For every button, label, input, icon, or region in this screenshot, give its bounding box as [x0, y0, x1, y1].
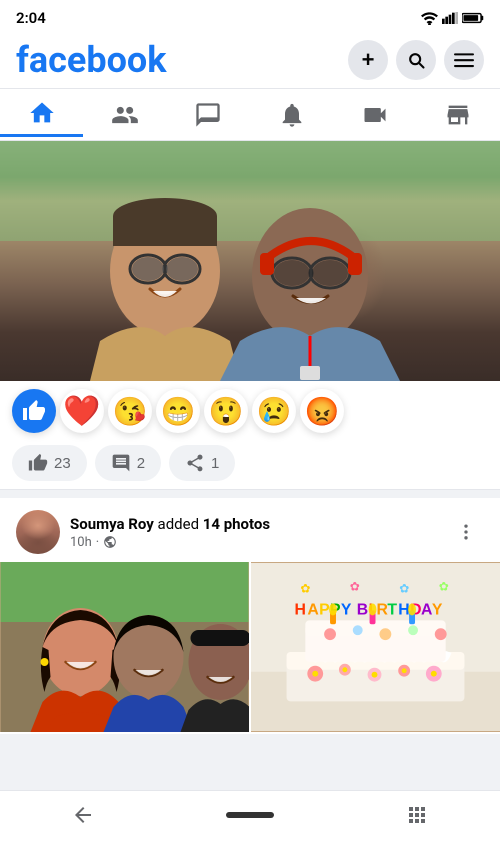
add-button[interactable]: +: [348, 40, 388, 80]
tab-friends[interactable]: [83, 93, 166, 137]
post-photo-overlay: [0, 141, 500, 381]
home-indicator[interactable]: [226, 812, 274, 818]
svg-text:B: B: [357, 601, 368, 618]
avatar-image: [16, 510, 60, 554]
comment-icon: [111, 453, 131, 473]
status-time: 2:04: [16, 9, 46, 27]
tab-notifications[interactable]: [250, 93, 333, 137]
tab-home[interactable]: [0, 93, 83, 137]
author-name: Soumya Roy added 14 photos: [70, 515, 270, 533]
back-icon: [71, 803, 95, 827]
svg-text:A: A: [421, 601, 432, 618]
reaction-wow[interactable]: 😲: [204, 389, 248, 433]
svg-text:P: P: [319, 601, 330, 618]
svg-text:T: T: [387, 601, 397, 618]
friends-icon: [111, 101, 139, 129]
tab-marketplace[interactable]: [417, 93, 500, 137]
avatar: [16, 510, 60, 554]
reaction-love[interactable]: ❤️: [60, 389, 104, 433]
recent-apps-button[interactable]: [393, 791, 441, 839]
svg-text:Y: Y: [341, 601, 352, 618]
tab-messenger[interactable]: [167, 93, 250, 137]
reaction-sad[interactable]: 😢: [252, 389, 296, 433]
svg-text:✿: ✿: [300, 582, 310, 596]
battery-icon: [462, 11, 484, 25]
svg-text:✿: ✿: [439, 580, 449, 594]
comment-count: 2: [137, 455, 145, 472]
messenger-icon: [194, 101, 222, 129]
more-options-icon: [456, 522, 476, 542]
hamburger-icon: [454, 50, 474, 70]
reaction-angry[interactable]: 😡: [300, 389, 344, 433]
birthday-cake-photo: H A P P Y B I R: [251, 562, 500, 732]
share-icon: [185, 453, 205, 473]
like-count: 23: [54, 455, 71, 472]
photo-grid: H A P P Y B I R: [0, 562, 500, 734]
nav-tabs: [0, 89, 500, 141]
search-button[interactable]: [396, 40, 436, 80]
svg-text:Y: Y: [432, 601, 443, 618]
time-text: 10h: [70, 535, 92, 550]
post-meta: Soumya Roy added 14 photos 10h ·: [70, 515, 438, 550]
header-actions: +: [348, 40, 484, 80]
reaction-bar: ❤️ 😘 😁 😲 😢 😡: [0, 381, 500, 441]
bell-icon: [278, 101, 306, 129]
post-author: Soumya Roy added 14 photos: [70, 515, 438, 533]
reaction-care[interactable]: 😘: [108, 389, 152, 433]
svg-text:A: A: [307, 601, 318, 618]
like-icon: [28, 453, 48, 473]
photo-grid-item-2[interactable]: H A P P Y B I R: [251, 562, 500, 732]
post-time: 10h ·: [70, 535, 438, 550]
svg-text:✿: ✿: [399, 582, 409, 596]
post-image: [0, 141, 500, 381]
signal-icon: [442, 11, 458, 25]
svg-text:✿: ✿: [350, 580, 360, 594]
reaction-haha[interactable]: 😁: [156, 389, 200, 433]
feed: ❤️ 😘 😁 😲 😢 😡: [0, 141, 500, 790]
svg-text:H: H: [398, 601, 409, 618]
recent-apps-icon: [405, 803, 429, 827]
bottom-bar: [0, 790, 500, 842]
reaction-like[interactable]: [12, 389, 56, 433]
group-photo: [0, 562, 249, 732]
facebook-logo: facebook: [16, 42, 166, 78]
home-icon: [28, 99, 56, 127]
post-1: ❤️ 😘 😁 😲 😢 😡: [0, 141, 500, 490]
time-separator: ·: [96, 535, 99, 550]
svg-text:H: H: [294, 601, 305, 618]
share-button[interactable]: 1: [169, 445, 235, 481]
status-bar: 2:04: [0, 0, 500, 32]
comment-button[interactable]: 2: [95, 445, 161, 481]
post-actions: 23 2 1: [0, 441, 500, 490]
app-header: facebook +: [0, 32, 500, 89]
thumbs-up-icon: [22, 399, 46, 423]
menu-button[interactable]: [444, 40, 484, 80]
tab-video[interactable]: [333, 93, 416, 137]
post-image-container: [0, 141, 500, 381]
like-button[interactable]: 23: [12, 445, 87, 481]
wifi-icon: [421, 11, 438, 25]
status-icons: [421, 11, 484, 25]
reactions-row: ❤️ 😘 😁 😲 😢 😡: [12, 389, 344, 433]
video-icon: [361, 101, 389, 129]
share-count: 1: [211, 455, 219, 472]
back-button[interactable]: [59, 791, 107, 839]
search-icon: [406, 50, 426, 70]
post-header: Soumya Roy added 14 photos 10h ·: [0, 498, 500, 562]
post-2: Soumya Roy added 14 photos 10h ·: [0, 498, 500, 734]
globe-icon: [103, 535, 117, 549]
post-options-button[interactable]: [448, 514, 484, 550]
photo-grid-item-1[interactable]: [0, 562, 249, 732]
phone-frame: 2:04: [0, 0, 500, 842]
store-icon: [444, 101, 472, 129]
